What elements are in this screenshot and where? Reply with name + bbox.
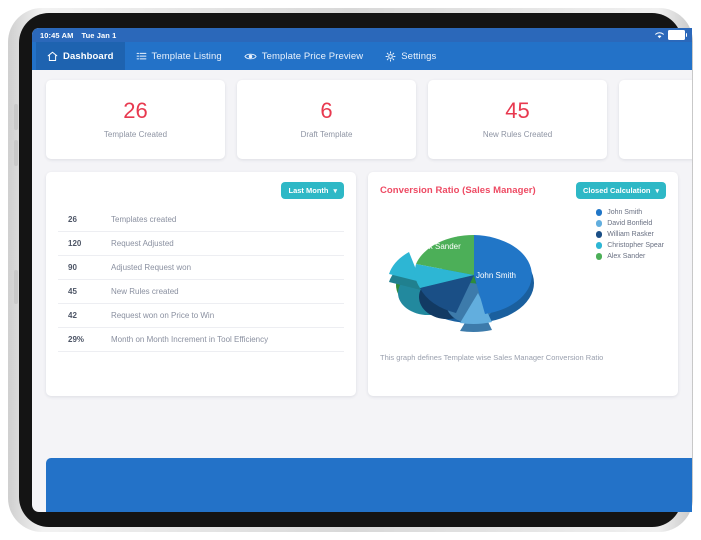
list-item: 29% Month on Month Increment in Tool Eff… <box>58 328 344 352</box>
closed-calculation-dropdown[interactable]: Closed Calculation ▾ <box>575 182 666 199</box>
pie-slice-label-john-smith: John Smith <box>476 271 516 280</box>
list-item: 42 Request won on Price to Win <box>58 304 344 328</box>
legend-item-david-bonfield[interactable]: David Bonfield <box>595 220 664 227</box>
closed-calculation-dropdown-label: Closed Calculation <box>582 186 651 195</box>
kpi-value: 6 <box>320 98 333 123</box>
nav-item-template-listing[interactable]: Template Listing <box>125 42 233 70</box>
legend-item-john-smith[interactable]: John Smith <box>595 209 664 216</box>
legend-item-christopher-spear[interactable]: Christopher Spear <box>595 242 664 249</box>
device-button-volume-down[interactable] <box>14 140 18 166</box>
tablet-device-frame: 10:45 AM Tue Jan 1 Dashboard Template Li… <box>8 8 693 532</box>
chevron-down-icon: ▾ <box>333 187 337 195</box>
legend-color-swatch <box>595 231 603 238</box>
kpi-value: 26 <box>123 98 148 123</box>
device-button-volume-up[interactable] <box>14 104 18 130</box>
stat-label: Adjusted Request won <box>111 263 192 272</box>
stat-value: 45 <box>68 287 77 296</box>
nav-item-dashboard-label: Dashboard <box>63 50 114 62</box>
legend-color-swatch <box>595 253 603 260</box>
nav-item-template-price-preview[interactable]: Template Price Preview <box>233 42 374 70</box>
pie-chart[interactable]: John Smith Alex Sander <box>384 207 564 357</box>
panel-row: Last Month ▾ 26 Templates created 120 Re… <box>46 172 692 396</box>
legend-item-william-rasker[interactable]: William Rasker <box>595 231 664 238</box>
stat-label: Month on Month Increment in Tool Efficie… <box>111 335 269 344</box>
pie-slice-label-alex-sander: Alex Sander <box>417 242 461 251</box>
kpi-label: New Rules Created <box>482 130 553 139</box>
status-bar-date: Tue Jan 1 <box>81 30 117 40</box>
home-icon <box>47 51 58 62</box>
legend-label: Christopher Spear <box>607 242 664 249</box>
list-item: 120 Request Adjusted <box>58 232 344 256</box>
battery-icon <box>668 30 687 40</box>
stat-value: 26 <box>68 215 77 224</box>
chart-legend: John Smith David Bonfield William Rasker <box>595 209 664 264</box>
pie-chart-area: John Smith Alex Sander John Smith David … <box>380 201 666 351</box>
legend-item-alex-sander[interactable]: Alex Sander <box>595 253 664 260</box>
gear-icon <box>385 50 396 62</box>
last-month-dropdown-label: Last Month <box>288 186 329 195</box>
legend-label: Alex Sander <box>607 253 646 260</box>
stat-label: Request Adjusted <box>111 239 174 248</box>
nav-item-settings[interactable]: Settings <box>374 42 447 70</box>
legend-label: William Rasker <box>607 231 654 238</box>
nav-item-template-listing-label: Template Listing <box>151 50 222 62</box>
nav-item-template-price-preview-label: Template Price Preview <box>261 50 364 62</box>
footer-banner <box>46 458 692 512</box>
stat-label: Request won on Price to Win <box>111 311 215 320</box>
legend-label: John Smith <box>607 209 643 216</box>
eye-icon <box>244 51 257 62</box>
status-bar-time: 10:45 AM <box>40 30 74 40</box>
stat-label: Templates created <box>111 215 177 224</box>
tablet-screen: 10:45 AM Tue Jan 1 Dashboard Template Li… <box>32 28 692 512</box>
chevron-down-icon: ▾ <box>655 187 659 195</box>
device-button-power[interactable] <box>14 270 18 304</box>
screenshot-stage: 10:45 AM Tue Jan 1 Dashboard Template Li… <box>0 0 701 540</box>
status-bar-indicators <box>655 30 687 40</box>
status-bar: 10:45 AM Tue Jan 1 <box>32 28 692 42</box>
conversion-ratio-panel: Conversion Ratio (Sales Manager) Closed … <box>368 172 678 396</box>
list-item: 90 Adjusted Request won <box>58 256 344 280</box>
list-item: 26 Templates created <box>58 208 344 232</box>
kpi-card-draft-template: 6 Draft Template <box>237 80 416 159</box>
kpi-card-template-created: 26 Template Created <box>46 80 225 159</box>
stat-label: New Rules created <box>111 287 179 296</box>
kpi-card-offscreen <box>619 80 692 159</box>
list-icon <box>136 51 147 62</box>
legend-label: David Bonfield <box>607 220 653 227</box>
legend-color-swatch <box>595 220 603 227</box>
stats-panel: Last Month ▾ 26 Templates created 120 Re… <box>46 172 356 396</box>
legend-color-swatch <box>595 242 603 249</box>
dashboard-content: 26 Template Created 6 Draft Template 45 … <box>32 70 692 512</box>
chart-title: Conversion Ratio (Sales Manager) <box>380 185 536 196</box>
kpi-card-row: 26 Template Created 6 Draft Template 45 … <box>46 80 692 159</box>
stat-value: 42 <box>68 311 77 320</box>
stats-filter-row: Last Month ▾ <box>58 182 344 199</box>
chart-header: Conversion Ratio (Sales Manager) Closed … <box>380 182 666 199</box>
kpi-label: Draft Template <box>300 130 353 139</box>
nav-item-dashboard[interactable]: Dashboard <box>36 42 125 70</box>
main-navigation: Dashboard Template Listing Template Pric… <box>32 42 692 70</box>
wifi-icon <box>655 31 664 39</box>
stat-value: 90 <box>68 263 77 272</box>
list-item: 45 New Rules created <box>58 280 344 304</box>
nav-item-settings-label: Settings <box>401 50 437 62</box>
stat-value: 29% <box>68 335 85 344</box>
last-month-dropdown[interactable]: Last Month ▾ <box>281 182 344 199</box>
kpi-label: Template Created <box>103 130 168 139</box>
stats-list: 26 Templates created 120 Request Adjuste… <box>58 208 344 352</box>
kpi-card-new-rules-created: 45 New Rules Created <box>428 80 607 159</box>
stat-value: 120 <box>68 239 82 248</box>
legend-color-swatch <box>595 209 603 216</box>
kpi-value: 45 <box>505 98 530 123</box>
